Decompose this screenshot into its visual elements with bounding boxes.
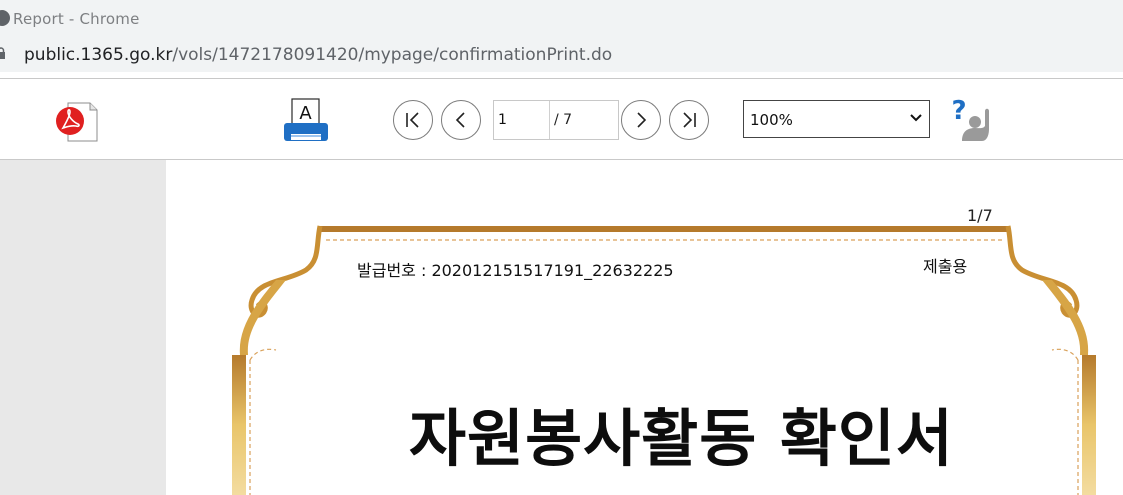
- document-title: 자원봉사활동 확인서: [409, 402, 954, 475]
- print-sheet-letter: A: [299, 103, 312, 124]
- save-pdf-button[interactable]: [50, 101, 100, 143]
- page-favicon-icon: [0, 10, 10, 26]
- browser-title-bar: Report - Chrome: [0, 0, 1123, 38]
- chevron-down-icon: [910, 114, 922, 122]
- viewer-left-margin: [0, 160, 166, 495]
- chevron-left-icon: [455, 112, 465, 128]
- url-host: public.1365.go.kr: [24, 45, 173, 65]
- zoom-select[interactable]: 100%: [743, 100, 930, 138]
- address-bar-divider: [0, 72, 1123, 79]
- url-text[interactable]: public.1365.go.kr/vols/1472178091420/myp…: [24, 45, 612, 65]
- help-icon: ?: [951, 96, 989, 141]
- window-title: Report - Chrome: [13, 10, 140, 28]
- page-navigator: / 7: [493, 100, 619, 140]
- print-button[interactable]: A: [282, 97, 332, 147]
- pdf-icon: [56, 102, 98, 142]
- address-bar[interactable]: public.1365.go.kr/vols/1472178091420/myp…: [0, 38, 1123, 73]
- last-page-button[interactable]: [669, 100, 709, 140]
- previous-page-button[interactable]: [441, 100, 481, 140]
- report-toolbar: A / 7 100%: [0, 79, 1123, 160]
- printer-icon: A: [284, 98, 328, 141]
- issue-number: 발급번호 : 202012151517191_22632225: [357, 261, 674, 280]
- submission-label: 제출용: [923, 257, 968, 276]
- report-viewer[interactable]: 1/7 발급번호 : 202012151517191_22632225 제출용 …: [0, 160, 1123, 495]
- first-page-button[interactable]: [393, 100, 433, 140]
- next-page-button[interactable]: [621, 100, 661, 140]
- total-pages-label: / 7: [554, 112, 573, 128]
- help-button[interactable]: ?: [950, 95, 995, 145]
- zoom-value: 100%: [750, 111, 793, 129]
- lock-icon: [0, 47, 5, 59]
- first-page-icon: [406, 112, 419, 128]
- report-page: 1/7 발급번호 : 202012151517191_22632225 제출용 …: [166, 160, 1123, 495]
- last-page-icon: [683, 112, 696, 128]
- current-page-input[interactable]: [494, 101, 550, 139]
- chevron-right-icon: [637, 112, 647, 128]
- url-path: /vols/1472178091420/mypage/confirmationP…: [172, 45, 613, 65]
- help-mark: ?: [951, 96, 966, 126]
